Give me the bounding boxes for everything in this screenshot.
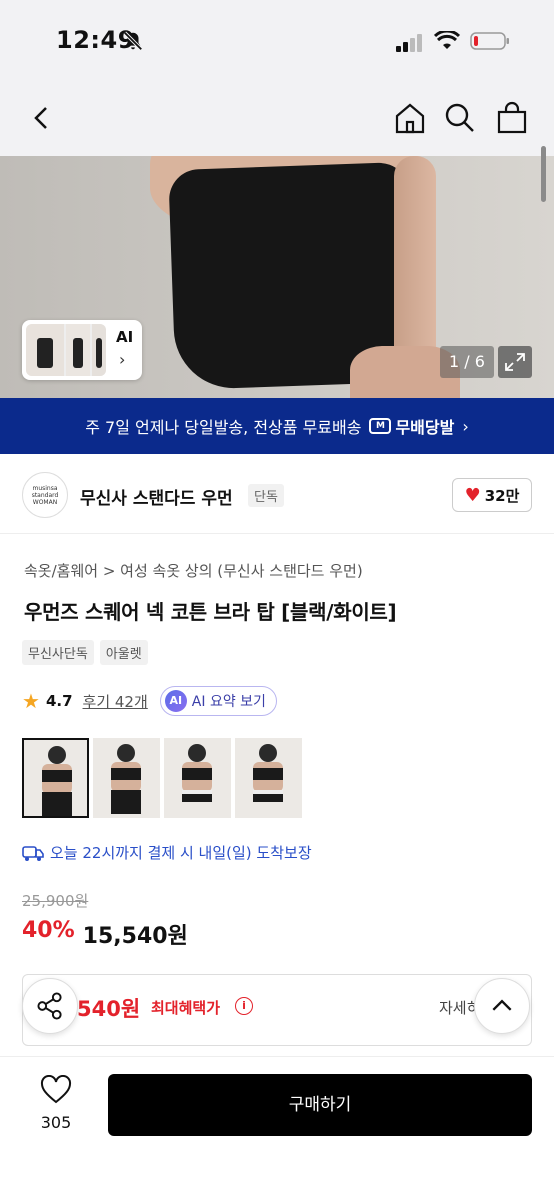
- tag-outlet: 아울렛: [99, 640, 148, 665]
- scroll-top-button[interactable]: [474, 978, 530, 1034]
- buy-button[interactable]: 구매하기: [108, 1074, 532, 1136]
- brand-row: musinsa standard WOMAN 무신사 스탠다드 우먼 단독 ♥ …: [0, 454, 554, 534]
- brand-logo[interactable]: musinsa standard WOMAN: [22, 472, 68, 518]
- delivery-tag-label: 무배당발: [395, 418, 455, 437]
- product-tags: 무신사단독 아울렛: [22, 640, 148, 665]
- heart-icon: ♥: [464, 484, 481, 506]
- signal-icon: [396, 34, 422, 52]
- star-icon: ★: [22, 689, 40, 713]
- ai-summary-label: AI 요약 보기: [191, 694, 266, 710]
- sale-price: 15,540원: [82, 924, 188, 949]
- scrollbar[interactable]: [541, 146, 546, 202]
- option-thumbnail[interactable]: [22, 738, 89, 818]
- delivery-text: 오늘 22시까지 결제 시 내일(일) 도착보장: [50, 844, 312, 862]
- max-benefit-box[interactable]: 540원 최대혜택가 i 자세히: [22, 974, 532, 1046]
- option-thumbnail[interactable]: [235, 738, 302, 818]
- banner-text: 주 7일 언제나 당일발송, 전상품 무료배송: [85, 418, 362, 437]
- share-button[interactable]: [22, 978, 78, 1034]
- heart-outline-icon: [40, 1074, 72, 1104]
- benefit-label: 최대혜택가: [151, 999, 221, 1017]
- wishlist-button[interactable]: 305: [28, 1074, 84, 1145]
- chevron-up-icon: [492, 999, 512, 1011]
- wifi-icon: [434, 31, 460, 49]
- top-nav: [0, 84, 554, 156]
- status-bar: 12:49: [0, 0, 554, 84]
- brand-like-count: 32만: [484, 486, 520, 505]
- ai-badge-icon: AI: [164, 690, 187, 712]
- search-icon[interactable]: [442, 100, 478, 136]
- image-counter: 1 / 6: [440, 346, 494, 378]
- musinsa-delivery-logo-icon: M: [369, 418, 392, 434]
- ai-summary-button[interactable]: AI AI 요약 보기: [159, 686, 277, 716]
- brand-name[interactable]: 무신사 스탠다드 우먼: [80, 484, 233, 509]
- breadcrumb[interactable]: 속옷/홈웨어 > 여성 속옷 상의 (무신사 스탠다드 우먼): [24, 560, 363, 581]
- back-arrow-icon[interactable]: [24, 100, 60, 136]
- price-row: 40% 15,540원: [22, 918, 188, 950]
- exclusive-badge: 단독: [248, 484, 284, 507]
- color-options: [22, 738, 302, 818]
- free-shipping-banner[interactable]: 주 7일 언제나 당일발송, 전상품 무료배송 M 무배당발 ›: [0, 398, 554, 454]
- chevron-right-icon: ›: [462, 416, 469, 436]
- rating-value: 4.7: [45, 692, 73, 710]
- bell-muted-icon: [123, 31, 143, 51]
- delivery-guarantee[interactable]: 오늘 22시까지 결제 시 내일(일) 도착보장: [22, 842, 312, 863]
- delivery-tag: M 무배당발: [369, 414, 454, 438]
- info-icon[interactable]: i: [235, 997, 253, 1015]
- wishlist-count: 305: [40, 1113, 72, 1132]
- brand-like-button[interactable]: ♥ 32만: [452, 478, 532, 512]
- product-title: 우먼즈 스퀘어 넥 코튼 브라 탑 [블랙/화이트]: [24, 600, 397, 624]
- benefit-price: 540원: [77, 997, 141, 1021]
- bottom-action-bar: 305 구매하기: [0, 1056, 554, 1200]
- battery-icon: [470, 32, 509, 50]
- share-icon: [37, 992, 62, 1020]
- thumbnail-images: [26, 324, 106, 376]
- tag-musinsa-exclusive: 무신사단독: [22, 640, 94, 665]
- chevron-right-icon: ›: [119, 350, 126, 369]
- ai-label: AI: [116, 328, 134, 346]
- option-thumbnail[interactable]: [93, 738, 160, 818]
- rating-row: ★ 4.7 후기 42개 AI AI 요약 보기: [22, 686, 277, 716]
- truck-icon: [22, 845, 44, 861]
- home-icon[interactable]: [392, 100, 428, 136]
- option-thumbnail[interactable]: [164, 738, 231, 818]
- shopping-bag-icon[interactable]: [494, 100, 530, 136]
- expand-icon[interactable]: [498, 346, 532, 378]
- reviews-link[interactable]: 후기 42개: [83, 691, 148, 712]
- ai-style-thumbnail[interactable]: AI ›: [22, 320, 142, 380]
- original-price: 25,900원: [22, 892, 89, 910]
- discount-rate: 40%: [22, 918, 75, 943]
